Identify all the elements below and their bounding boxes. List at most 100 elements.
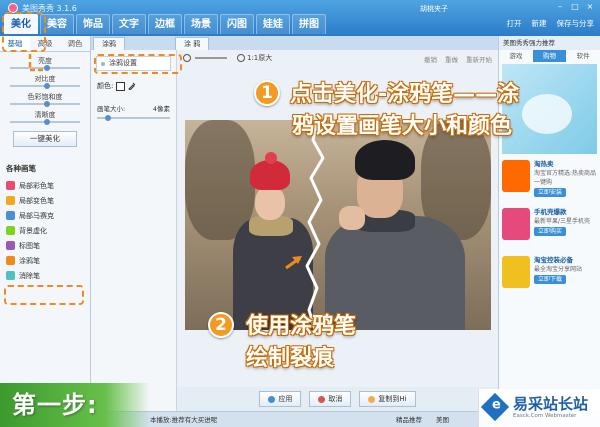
new-button[interactable]: 新建 bbox=[532, 18, 547, 29]
photo-canvas[interactable] bbox=[185, 120, 491, 330]
brush-tool-list: 局部彩色笔 局部变色笔 局部马赛克 背景虚化 标图笔 涂鸦笔 消除笔 bbox=[0, 178, 90, 283]
zoom-in-icon[interactable] bbox=[237, 54, 245, 62]
recommend-info: 手机壳爆款 最新苹果/三星手机壳 立即购买 bbox=[534, 208, 590, 250]
status-right[interactable]: 精品推荐 bbox=[396, 412, 422, 427]
tool-marker-pen[interactable]: 标图笔 bbox=[6, 238, 90, 253]
brush-size-label: 画笔大小: bbox=[97, 105, 126, 113]
crack-line bbox=[305, 120, 325, 330]
close-button[interactable]: × bbox=[584, 2, 596, 12]
cancel-button[interactable]: 取消 bbox=[309, 391, 352, 407]
redo-button[interactable]: 重做 bbox=[445, 54, 458, 64]
tool-label: 背景虚化 bbox=[19, 226, 47, 235]
slider-knob[interactable] bbox=[44, 119, 50, 125]
graffiti-settings-panel: 涂鸦设置 颜色: 画笔大小: 4像素 bbox=[91, 50, 177, 411]
taobao-hot-thumbnail bbox=[502, 160, 530, 192]
tool-label: 涂鸦笔 bbox=[19, 256, 40, 265]
left-panel: 基础 高级 调色 亮度 对比度 色彩饱和度 清晰度 一键美化 各种画笔 局部彩色… bbox=[0, 36, 91, 411]
minimize-button[interactable]: – bbox=[554, 2, 566, 12]
status-tail: 美图 bbox=[436, 416, 449, 424]
marker-pen-icon bbox=[6, 241, 15, 250]
recommend-tab-shopping[interactable]: 购物 bbox=[532, 50, 567, 62]
recommend-tab-software[interactable]: 软件 bbox=[566, 50, 600, 62]
menu-tab-border[interactable]: 边框 bbox=[148, 14, 182, 34]
copy-to-hi-label: 复制到Hi bbox=[378, 395, 407, 403]
recommend-tabs: 游戏 购物 软件 bbox=[499, 50, 600, 62]
tool-label: 局部马赛克 bbox=[19, 211, 54, 220]
bottom-buttons: 应用 取消 复制到Hi bbox=[177, 387, 498, 411]
watermark-cn: 易采站长站 bbox=[513, 395, 589, 413]
save-share-button[interactable]: 保存与分享 bbox=[557, 18, 595, 29]
menu-tab-flash[interactable]: 闪图 bbox=[220, 14, 254, 34]
history-buttons: 撤销 重做 重新开始 bbox=[424, 54, 492, 64]
tool-eraser-pen[interactable]: 消除笔 bbox=[6, 268, 90, 283]
recommend-item[interactable]: 淘宝控装必备 最全淘宝分享网站 立即下载 bbox=[502, 256, 597, 298]
tool-partial-recolor-pen[interactable]: 局部变色笔 bbox=[6, 193, 90, 208]
menu-tab-text[interactable]: 文字 bbox=[112, 14, 146, 34]
canvas-toolbar: 1:1原大 撤销 重做 重新开始 bbox=[177, 50, 498, 66]
install-button[interactable]: 立即安装 bbox=[534, 188, 567, 197]
subtab-color[interactable]: 调色 bbox=[60, 36, 90, 51]
recommend-desc: 最新苹果/三星手机壳 bbox=[534, 218, 591, 225]
step-one-line-1: 点击美化-涂鸦笔——涂 bbox=[290, 82, 520, 107]
menu-tab-doll[interactable]: 娃娃 bbox=[256, 14, 290, 34]
recommend-tab-games[interactable]: 游戏 bbox=[499, 50, 533, 62]
blur-icon bbox=[6, 226, 15, 235]
document-tabs: 涂鸦 涂 鸦 bbox=[91, 36, 498, 50]
recommend-name: 淘宝控装必备 bbox=[534, 256, 573, 264]
slider-label: 亮度 bbox=[38, 57, 52, 65]
cancel-label: 取消 bbox=[328, 395, 343, 403]
slider-knob[interactable] bbox=[44, 65, 50, 71]
tool-graffiti-pen[interactable]: 涂鸦笔 bbox=[6, 253, 90, 268]
eyedropper-icon[interactable] bbox=[128, 82, 136, 90]
recommend-name: 淘热卖 bbox=[534, 160, 554, 168]
one-key-beautify-button[interactable]: 一键美化 bbox=[13, 131, 77, 147]
watermark: 易采站长站 Easck.Com Webmaster bbox=[478, 389, 600, 427]
brush-size-value: 4像素 bbox=[152, 105, 170, 113]
slider-knob[interactable] bbox=[44, 101, 50, 107]
copy-to-hi-button[interactable]: 复制到Hi bbox=[359, 391, 416, 407]
banner-bird-image bbox=[522, 94, 572, 134]
brush-section-title: 各种画笔 bbox=[6, 164, 36, 173]
zoom-slider[interactable] bbox=[195, 57, 227, 59]
doc-tab-graffiti[interactable]: 涂鸦 bbox=[93, 37, 125, 50]
slider-track[interactable] bbox=[6, 83, 84, 89]
original-size-button[interactable]: 1:1原大 bbox=[247, 53, 272, 63]
slider-knob[interactable] bbox=[44, 83, 50, 89]
slider-track[interactable] bbox=[6, 65, 84, 71]
user-name[interactable]: 胡桃夹子 bbox=[420, 4, 448, 14]
menu-tab-scene[interactable]: 场景 bbox=[184, 14, 218, 34]
doc-tab-graffiti-editor[interactable]: 涂 鸦 bbox=[175, 37, 210, 50]
step-label: 第一步: bbox=[0, 383, 150, 427]
recommend-title: 美图秀秀强力推荐 bbox=[499, 36, 600, 50]
menu-tab-accessories[interactable]: 饰品 bbox=[76, 14, 110, 34]
recolor-pen-icon bbox=[6, 196, 15, 205]
slider-track[interactable] bbox=[6, 119, 84, 125]
apply-button[interactable]: 应用 bbox=[259, 391, 302, 407]
slider-saturation: 色彩饱和度 bbox=[6, 92, 84, 107]
title-bar: 美图秀秀 3.1.6 胡桃夹子 – □ × 美化 美容 饰品 文字 边框 场景 … bbox=[0, 0, 600, 36]
slider-track[interactable] bbox=[6, 101, 84, 107]
status-left: 本播放:推荐有大买进呢 bbox=[150, 416, 218, 424]
step-one-badge: 1 bbox=[254, 80, 280, 106]
maximize-button[interactable]: □ bbox=[569, 2, 581, 12]
buy-button[interactable]: 立即购买 bbox=[534, 227, 567, 236]
tool-partial-color-pen[interactable]: 局部彩色笔 bbox=[6, 178, 90, 193]
tool-partial-mosaic[interactable]: 局部马赛克 bbox=[6, 208, 90, 223]
zoom-out-icon[interactable] bbox=[183, 54, 191, 62]
reset-button[interactable]: 重新开始 bbox=[466, 54, 492, 64]
undo-button[interactable]: 撤销 bbox=[424, 54, 437, 64]
color-swatch[interactable] bbox=[116, 81, 126, 91]
recommend-item[interactable]: 手机壳爆款 最新苹果/三星手机壳 立即购买 bbox=[502, 208, 597, 250]
top-actions: 打开 新建 保存与分享 bbox=[507, 18, 595, 29]
recommend-item[interactable]: 淘热卖 淘宝官方精选:热卖商品一键购 立即安装 bbox=[502, 160, 597, 202]
taobao-essentials-thumbnail bbox=[502, 256, 530, 288]
menu-tab-collage[interactable]: 拼图 bbox=[292, 14, 326, 34]
open-button[interactable]: 打开 bbox=[507, 18, 522, 29]
slider-contrast: 对比度 bbox=[6, 74, 84, 89]
color-row: 颜色: bbox=[97, 81, 170, 91]
slider-label: 色彩饱和度 bbox=[27, 93, 63, 101]
tool-background-blur[interactable]: 背景虚化 bbox=[6, 223, 90, 238]
download-button[interactable]: 立即下载 bbox=[534, 275, 567, 284]
window-controls: – □ × bbox=[554, 2, 596, 12]
brush-size-slider[interactable] bbox=[97, 115, 170, 121]
